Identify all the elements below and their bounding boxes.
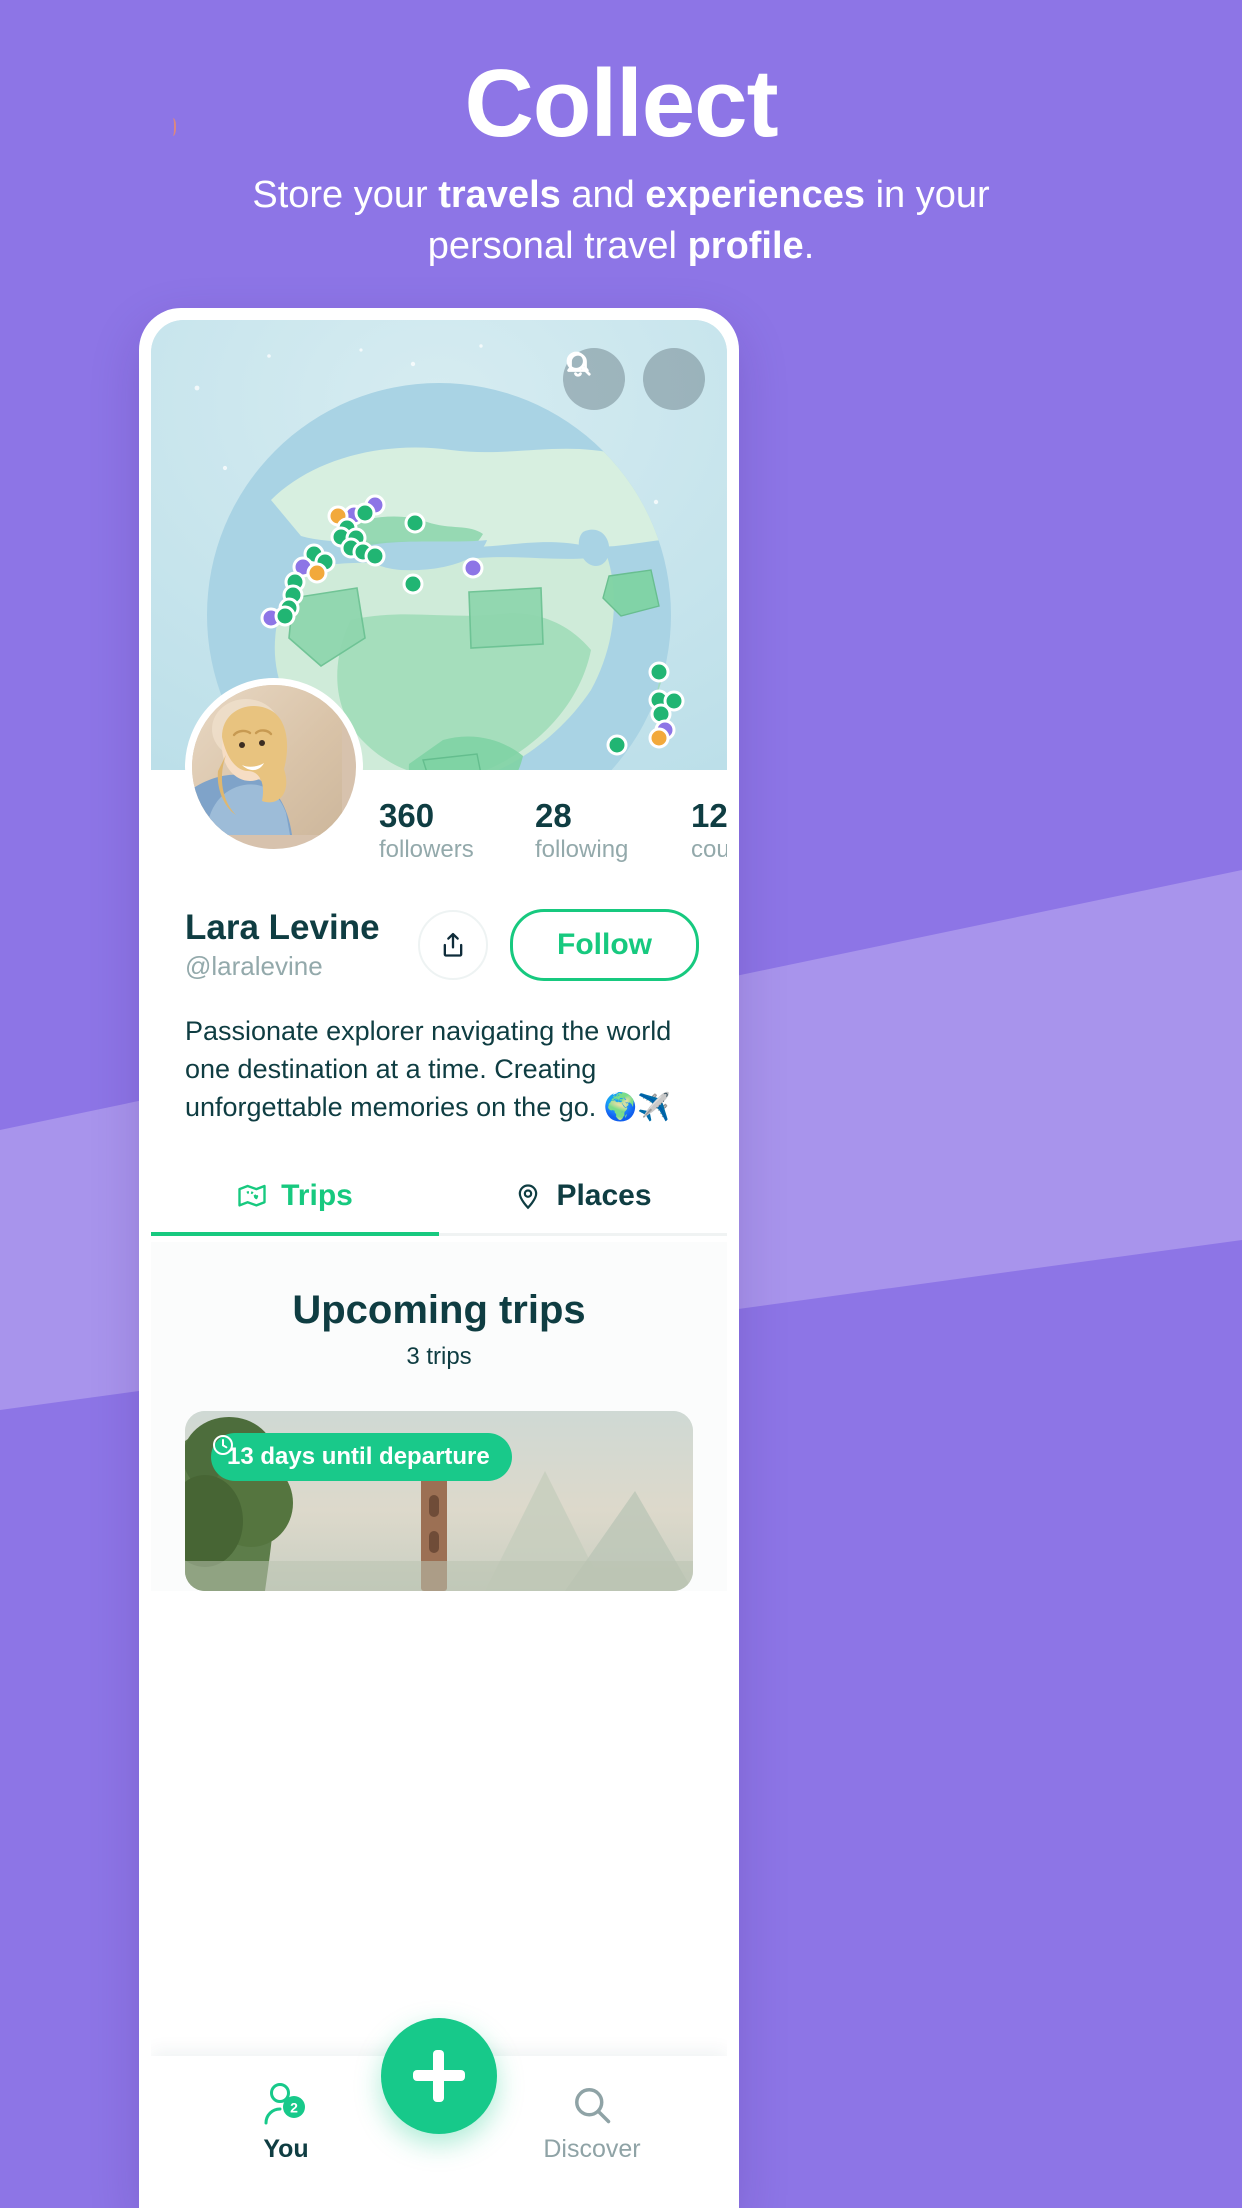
share-icon	[443, 932, 463, 957]
subtitle-seg-6: profile	[687, 224, 804, 267]
trip-card[interactable]: 13 days until departure	[185, 1410, 693, 1591]
identity-row: Lara Levine @laralevine Follow	[151, 864, 727, 981]
nav-you-label: You	[263, 2135, 309, 2163]
section-title: Upcoming trips	[292, 1287, 586, 1332]
hero-subtitle: Store your travels and experiences in yo…	[226, 170, 1016, 273]
stat-label: countries	[691, 836, 727, 864]
hero-section: Collect Store your travels and experienc…	[0, 52, 1242, 272]
share-button[interactable]	[418, 909, 489, 980]
avatar[interactable]	[185, 678, 363, 856]
globe-action-buttons	[563, 348, 705, 410]
subtitle-seg-4: experiences	[645, 173, 866, 216]
subtitle-seg-2: travels	[438, 173, 561, 216]
tab-label: Places	[556, 1178, 652, 1212]
nav-you-icon-wrap: 2	[211, 2079, 361, 2127]
notifications-button[interactable]	[567, 348, 705, 410]
nav-discover-label: Discover	[543, 2135, 641, 2163]
stat-value: 12	[691, 797, 727, 834]
stat-followers[interactable]: 360 followers	[379, 797, 474, 864]
add-button[interactable]	[381, 2018, 497, 2134]
stat-label: following	[535, 836, 629, 864]
stat-value: 28	[535, 797, 572, 834]
tab-trips[interactable]: Trips	[151, 1161, 439, 1236]
bell-icon	[567, 352, 589, 377]
subtitle-seg-1: Store your	[252, 173, 439, 216]
svg-text:2: 2	[290, 2100, 298, 2116]
departure-badge: 13 days until departure	[211, 1432, 512, 1481]
subtitle-seg-3: and	[560, 173, 646, 216]
upcoming-trips-section: Upcoming trips 3 trips 13 days until dep…	[151, 1241, 727, 1591]
follow-button[interactable]: Follow	[510, 908, 699, 981]
profile-bio: Passionate explorer navigating the world…	[185, 1015, 672, 1123]
clock-icon	[213, 1434, 233, 1455]
stat-countries[interactable]: 12 countries	[691, 797, 727, 864]
subtitle-seg-7: .	[803, 224, 815, 267]
phone-mockup: 360 followers 28 following 12 countries …	[139, 308, 739, 2208]
page-title: Collect	[464, 50, 778, 157]
nav-item-discover[interactable]: Discover	[517, 2079, 667, 2164]
stat-following[interactable]: 28 following	[535, 797, 629, 864]
identity-text: Lara Levine @laralevine	[185, 908, 380, 981]
stat-value: 360	[379, 797, 435, 834]
section-count: 3 trips	[406, 1342, 472, 1370]
tab-places[interactable]: Places	[439, 1161, 727, 1233]
nav-discover-icon-wrap	[517, 2079, 667, 2127]
plus-icon	[413, 2050, 465, 2102]
stray-mark	[168, 118, 176, 136]
bottom-navigation: 2 You Discover	[151, 2018, 727, 2208]
profile-tabs: Trips Places	[151, 1161, 727, 1236]
profile-section: 360 followers 28 following 12 countries …	[151, 678, 727, 1242]
avatar-photo	[192, 685, 342, 835]
profile-name: Lara Levine	[185, 908, 380, 948]
pin-icon	[519, 1184, 538, 1209]
map-icon	[238, 1184, 266, 1207]
search-icon	[575, 2088, 611, 2124]
stat-label: followers	[379, 836, 474, 864]
badge-label: 13 days until departure	[227, 1442, 490, 1470]
identity-actions: Follow	[418, 908, 699, 981]
nav-item-you[interactable]: 2 You	[211, 2079, 361, 2164]
phone-screen: 360 followers 28 following 12 countries …	[151, 320, 727, 2208]
person-icon: 2	[264, 2083, 305, 2125]
profile-handle: @laralevine	[185, 950, 323, 981]
tab-label: Trips	[281, 1178, 353, 1212]
